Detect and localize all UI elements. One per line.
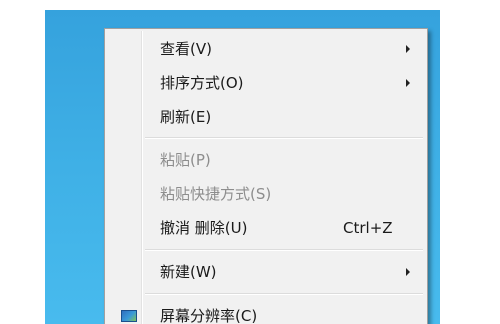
menu-item-view[interactable]: 查看(V) <box>108 34 424 64</box>
menu-item-sort-by[interactable]: 排序方式(O) <box>108 68 424 98</box>
menu-item-label: 屏幕分辨率(C) <box>160 307 258 324</box>
submenu-arrow-icon <box>406 79 410 87</box>
submenu-arrow-icon <box>406 268 410 276</box>
submenu-arrow-icon <box>406 45 410 53</box>
menu-item-label: 新建(W) <box>160 263 217 281</box>
menu-item-label: 排序方式(O) <box>160 74 244 92</box>
menu-separator <box>145 137 423 139</box>
screenshot: 查看(V) 排序方式(O) 刷新(E) 粘贴(P) 粘贴快捷方式(S) 撤消 删… <box>0 0 500 324</box>
menu-item-paste-shortcut: 粘贴快捷方式(S) <box>108 179 424 209</box>
menu-item-screen-resolution[interactable]: 屏幕分辨率(C) <box>108 301 424 324</box>
menu-item-paste: 粘贴(P) <box>108 145 424 175</box>
desktop-context-menu: 查看(V) 排序方式(O) 刷新(E) 粘贴(P) 粘贴快捷方式(S) 撤消 删… <box>104 28 428 324</box>
menu-item-label: 刷新(E) <box>160 108 212 126</box>
menu-item-label: 粘贴快捷方式(S) <box>160 185 272 203</box>
menu-item-refresh[interactable]: 刷新(E) <box>108 102 424 132</box>
menu-item-label: 查看(V) <box>160 40 212 58</box>
menu-separator <box>145 293 423 295</box>
menu-item-label: 撤消 删除(U) <box>160 219 248 237</box>
menu-item-shortcut: Ctrl+Z <box>343 219 393 237</box>
screen-resolution-icon <box>121 310 137 322</box>
menu-item-new[interactable]: 新建(W) <box>108 257 424 287</box>
menu-item-undo-delete[interactable]: 撤消 删除(U) Ctrl+Z <box>108 213 424 243</box>
menu-item-label: 粘贴(P) <box>160 151 211 169</box>
menu-separator <box>145 249 423 251</box>
